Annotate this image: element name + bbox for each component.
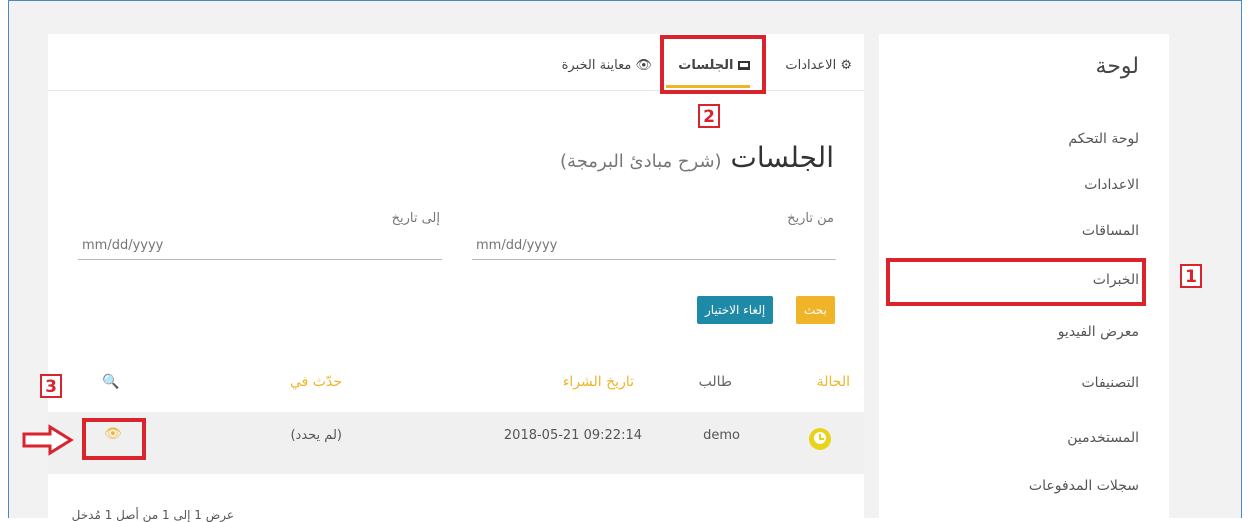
annotation-box-3 <box>82 418 146 460</box>
page-title: الجلسات (شرح مبادئ البرمجة) <box>560 141 834 174</box>
page-subtitle: (شرح مبادئ البرمجة) <box>560 151 722 172</box>
sidebar-item-dashboard[interactable]: لوحة التحكم <box>1068 131 1139 147</box>
sidebar-item-categories[interactable]: التصنيفات <box>1082 375 1140 391</box>
clock-icon <box>809 428 831 450</box>
cell-purchase-date: 09:22:14 2018-05-21 <box>503 428 642 443</box>
main-panel: ⚙ الاعدادات الجلسات 👁 معاينة الخبرة الجل… <box>48 34 864 522</box>
gear-icon: ⚙ <box>840 58 852 73</box>
table-row: demo 09:22:14 2018-05-21 (لم يحدد) 👁 <box>48 412 864 474</box>
sidebar-item-settings[interactable]: الاعدادات <box>1084 177 1139 193</box>
eye-icon: 👁 <box>635 58 652 73</box>
to-date-input[interactable] <box>78 232 442 260</box>
cell-happened-in: (لم يحدد) <box>290 428 342 443</box>
annotation-box-2 <box>660 35 766 94</box>
annotation-number-1: 1 <box>1180 264 1202 288</box>
sidebar-item-courses[interactable]: المساقات <box>1082 223 1139 239</box>
annotation-number-2: 2 <box>698 104 720 128</box>
annotation-number-3: 3 <box>40 374 62 398</box>
sidebar-item-video-gallery[interactable]: معرض الفيديو <box>1058 324 1139 340</box>
column-student[interactable]: طالب <box>699 374 732 390</box>
sidebar-item-users[interactable]: المستخدمين <box>1067 430 1139 446</box>
tab-preview[interactable]: 👁 معاينة الخبرة <box>562 58 652 73</box>
column-happened-in[interactable]: حدّث في <box>290 374 342 390</box>
from-date-label: من تاريخ <box>787 211 834 226</box>
column-status[interactable]: الحالة <box>817 374 850 390</box>
column-purchase-date[interactable]: تاريخ الشراء <box>563 374 634 390</box>
annotation-box-1 <box>886 258 1146 306</box>
cell-student: demo <box>703 428 740 443</box>
reset-selection-button[interactable]: إلغاء الاختيار <box>697 296 774 324</box>
search-icon[interactable]: 🔍 <box>102 374 119 390</box>
tab-settings[interactable]: ⚙ الاعدادات <box>785 58 852 73</box>
search-button[interactable]: بحث <box>796 296 835 324</box>
sidebar-title: لوحة <box>1095 54 1139 79</box>
from-date-input[interactable] <box>472 232 836 260</box>
pagination-info: عرض 1 إلى 1 من أصل 1 مُدخل <box>71 508 234 522</box>
sidebar-item-payment-logs[interactable]: سجلات المدفوعات <box>1029 478 1139 494</box>
annotation-arrow-icon <box>22 424 74 456</box>
to-date-label: إلى تاريخ <box>391 211 440 226</box>
